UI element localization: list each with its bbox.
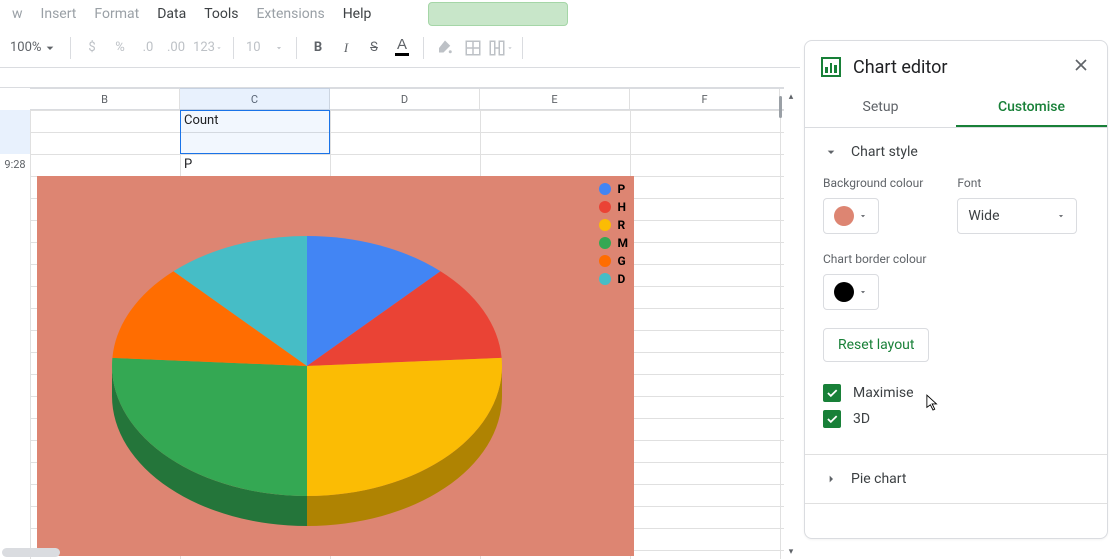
strikethrough-button[interactable]: S	[361, 35, 387, 61]
legend-label: M	[617, 236, 628, 250]
menu-item-tools[interactable]: Tools	[196, 2, 246, 26]
cells-grid[interactable]: Count P 9:28 P H R M G D	[30, 110, 784, 559]
legend-label: H	[617, 200, 625, 214]
chart-legend: P H R M G D	[599, 180, 628, 288]
chevron-right-icon	[823, 471, 839, 487]
border-color-label: Chart border colour	[823, 252, 927, 266]
text-color-a-icon: A	[395, 37, 409, 56]
more-formats-button[interactable]: 123	[191, 35, 225, 61]
row-label[interactable]: 9:28	[0, 154, 30, 176]
selected-row-indicator	[0, 110, 30, 154]
legend-label: P	[617, 182, 625, 196]
column-header-b[interactable]: B	[30, 89, 180, 109]
paint-bucket-icon	[436, 39, 454, 57]
zoom-select[interactable]: 100%	[6, 35, 62, 61]
section-title: Chart style	[851, 144, 918, 160]
chevron-down-icon	[1056, 211, 1066, 221]
chevron-down-icon	[858, 211, 868, 221]
legend-swatch	[599, 219, 611, 231]
border-color-select[interactable]	[823, 274, 879, 310]
format-percent-button[interactable]: %	[107, 35, 133, 61]
more-formats-label: 123	[193, 40, 215, 55]
horizontal-scrollbar[interactable]	[2, 548, 60, 557]
chevron-down-icon	[215, 44, 223, 52]
chart-editor-panel: Chart editor Setup Customise Chart style…	[804, 40, 1108, 539]
close-panel-button[interactable]	[1071, 55, 1091, 79]
borders-icon	[464, 39, 482, 57]
chevron-down-icon	[42, 40, 58, 56]
chart-editor-icon	[821, 57, 841, 77]
border-color-swatch	[834, 282, 854, 302]
scroll-down-button[interactable]: ▾	[786, 547, 796, 557]
italic-button[interactable]: I	[333, 35, 359, 61]
section-chart-style-header[interactable]: Chart style	[805, 128, 1107, 176]
menu-item-help[interactable]: Help	[335, 2, 380, 26]
font-value: Wide	[968, 208, 999, 224]
zoom-value: 100%	[10, 40, 41, 55]
pie-chart	[37, 176, 634, 556]
editor-tabs: Setup Customise	[805, 89, 1107, 128]
menu-item-insert[interactable]: Insert	[33, 2, 85, 26]
tab-setup[interactable]: Setup	[805, 89, 956, 127]
vertical-scrollbar[interactable]: ▴ ▾	[786, 92, 796, 557]
reset-layout-button[interactable]: Reset layout	[823, 328, 929, 362]
borders-button[interactable]	[460, 35, 486, 61]
section-pie-chart-header[interactable]: Pie chart	[805, 455, 1107, 503]
scroll-up-button[interactable]: ▴	[786, 92, 796, 102]
maximise-label: Maximise	[853, 385, 914, 401]
saving-indicator	[428, 2, 568, 26]
embedded-chart[interactable]: P H R M G D	[37, 176, 634, 556]
bold-button[interactable]: B	[305, 35, 331, 61]
font-select[interactable]: Wide	[957, 198, 1077, 234]
checkbox-checked-icon	[823, 410, 841, 428]
tab-customise[interactable]: Customise	[956, 89, 1107, 127]
formula-bar[interactable]	[0, 68, 784, 88]
legend-swatch	[599, 273, 611, 285]
menu-item-extensions[interactable]: Extensions	[248, 2, 332, 26]
panel-resize-handle[interactable]	[776, 68, 784, 559]
column-header-f[interactable]: F	[630, 89, 780, 109]
menu-item-format[interactable]: Format	[86, 2, 147, 26]
cell-c1[interactable]: Count	[180, 110, 330, 132]
bg-color-label: Background colour	[823, 176, 923, 190]
chevron-down-icon	[274, 43, 284, 53]
merge-icon	[488, 39, 506, 57]
legend-swatch	[599, 183, 611, 195]
side-panel-area: Chart editor Setup Customise Chart style…	[800, 0, 1120, 559]
cell-c3[interactable]: P	[180, 154, 330, 176]
maximise-checkbox[interactable]: Maximise	[823, 384, 1089, 402]
column-header-d[interactable]: D	[330, 89, 480, 109]
three-d-label: 3D	[853, 411, 870, 427]
increase-decimal-button[interactable]: .00	[163, 35, 189, 61]
fill-color-button[interactable]	[432, 35, 458, 61]
decrease-decimal-button[interactable]: .0	[135, 35, 161, 61]
chevron-down-icon	[506, 44, 514, 52]
section-title: Pie chart	[851, 471, 906, 487]
legend-swatch	[599, 237, 611, 249]
panel-title: Chart editor	[853, 57, 1059, 78]
legend-label: R	[617, 218, 625, 232]
checkbox-checked-icon	[823, 384, 841, 402]
legend-swatch	[599, 255, 611, 267]
column-headers[interactable]: B C D E F	[30, 88, 784, 110]
legend-label: G	[617, 254, 625, 268]
font-label: Font	[957, 176, 1077, 190]
selected-column-indicator	[180, 88, 330, 110]
bg-color-select[interactable]	[823, 198, 879, 234]
legend-swatch	[599, 201, 611, 213]
font-size-value: 10	[246, 40, 261, 55]
three-d-checkbox[interactable]: 3D	[823, 410, 1089, 428]
text-color-button[interactable]: A	[389, 35, 415, 61]
font-size-select[interactable]: 10	[242, 35, 288, 61]
menu-item-view[interactable]: w	[4, 2, 31, 26]
format-currency-button[interactable]: $	[79, 35, 105, 61]
column-header-e[interactable]: E	[480, 89, 630, 109]
bg-color-swatch	[834, 206, 854, 226]
chevron-down-icon	[823, 144, 839, 160]
close-icon	[1071, 55, 1091, 75]
legend-label: D	[617, 272, 625, 286]
chevron-down-icon	[858, 287, 868, 297]
menu-item-data[interactable]: Data	[149, 2, 194, 26]
merge-cells-button[interactable]	[488, 35, 514, 61]
